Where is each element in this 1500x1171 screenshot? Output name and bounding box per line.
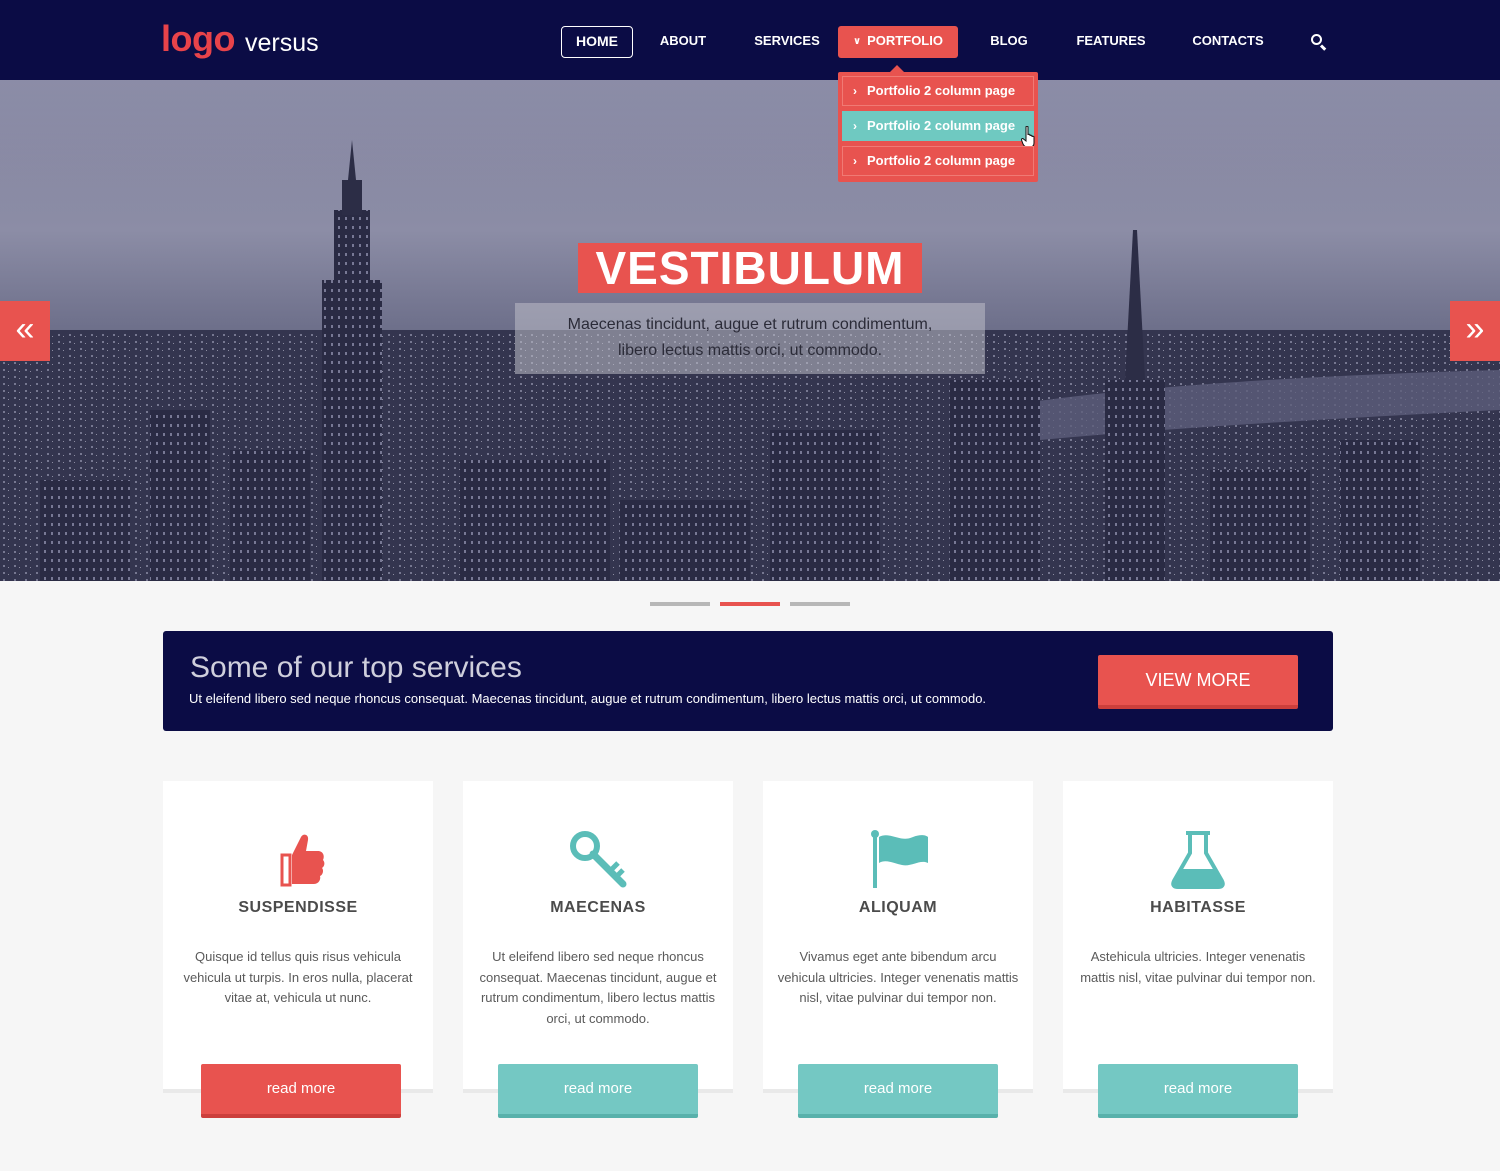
nav-portfolio[interactable]: ∨ PORTFOLIO — [838, 26, 958, 58]
hero-title: VESTIBULUM — [578, 243, 922, 293]
read-more-button[interactable]: read more — [1098, 1064, 1298, 1118]
thumbs-up-icon — [280, 834, 325, 887]
slider-indicators — [650, 602, 850, 606]
dropdown-item-label: Portfolio 2 column page — [867, 118, 1016, 133]
double-chevron-left-icon: « — [15, 310, 35, 348]
banner-title: Some of our top services — [190, 651, 522, 684]
read-more-button[interactable]: read more — [498, 1064, 698, 1118]
card-description: Ut eleifend libero sed neque rhoncus con… — [479, 949, 717, 1026]
chevron-right-icon: › — [853, 84, 857, 98]
slider-indicator-3[interactable] — [790, 602, 850, 606]
site-logo[interactable]: logo versus — [161, 18, 319, 60]
double-chevron-right-icon: » — [1465, 310, 1485, 348]
dropdown-item-portfolio-2[interactable]: › Portfolio 2 column page — [842, 111, 1035, 148]
slider-prev-button[interactable]: « — [0, 301, 50, 361]
service-card-maecenas: MAECENAS Ut eleifend libero sed neque rh… — [463, 781, 733, 1118]
banner-text: Ut eleifend libero sed neque rhoncus con… — [189, 691, 987, 706]
card-description: Vivamus eget ante bibendum arcu vehicula… — [777, 949, 1019, 1005]
chevron-right-icon: › — [853, 119, 857, 133]
slider-indicator-1[interactable] — [650, 602, 710, 606]
read-more-button[interactable]: read more — [798, 1064, 998, 1118]
hand-cursor-icon — [1021, 126, 1035, 148]
slider-next-button[interactable]: » — [1450, 301, 1500, 361]
hero-subtitle-line1: Maecenas tincidunt, augue et rutrum cond… — [567, 316, 933, 333]
card-description: Astehicula ultricies. Integer venenatis … — [1080, 949, 1316, 985]
flag-icon — [871, 830, 928, 888]
portfolio-dropdown: › Portfolio 2 column page › Portfolio 2 … — [838, 65, 1038, 182]
chevron-right-icon: › — [853, 154, 857, 168]
nav-features[interactable]: FEATURES — [1072, 26, 1150, 58]
card-title: ALIQUAM — [858, 899, 938, 916]
read-more-button[interactable]: read more — [201, 1064, 401, 1118]
service-card-habitasse: HABITASSE Astehicula ultricies. Integer … — [1063, 781, 1333, 1118]
hero-slider: VESTIBULUM Maecenas tincidunt, augue et … — [0, 80, 1500, 581]
logo-mark: logo — [161, 18, 235, 59]
card-title: MAECENAS — [550, 899, 646, 916]
site-header: logo versus HOME ABOUT SERVICES ∨ PORTFOL… — [0, 0, 1500, 80]
dropdown-item-portfolio-1[interactable]: › Portfolio 2 column page — [842, 76, 1034, 106]
nav-about[interactable]: ABOUT — [650, 26, 716, 58]
nav-blog[interactable]: BLOG — [984, 26, 1034, 58]
card-title: HABITASSE — [1150, 899, 1246, 916]
nav-home[interactable]: HOME — [561, 26, 633, 58]
service-card-suspendisse: SUSPENDISSE Quisque id tellus quis risus… — [163, 781, 433, 1118]
dropdown-item-portfolio-3[interactable]: › Portfolio 2 column page — [842, 146, 1034, 176]
service-card-aliquam: ALIQUAM Vivamus eget ante bibendum arcu … — [763, 781, 1033, 1118]
chevron-down-icon: ∨ — [853, 36, 862, 47]
card-title: SUSPENDISSE — [238, 899, 358, 916]
dropdown-item-label: Portfolio 2 column page — [867, 83, 1016, 98]
services-banner: Some of our top services Ut eleifend lib… — [163, 631, 1333, 731]
search-lens — [1311, 34, 1322, 45]
slider-indicator-2[interactable] — [720, 602, 780, 606]
flask-icon — [1171, 831, 1225, 889]
logo-text: versus — [244, 29, 319, 57]
search-handle — [1319, 44, 1327, 51]
hero-subtitle-line2: libero lectus mattis orci, ut commodo. — [617, 342, 883, 359]
view-more-button[interactable]: VIEW MORE — [1098, 655, 1298, 709]
nav-services[interactable]: SERVICES — [750, 26, 824, 58]
key-icon — [570, 831, 627, 888]
nav-portfolio-label: PORTFOLIO — [867, 33, 943, 48]
card-description: Quisque id tellus quis risus vehicula ve… — [183, 949, 413, 1005]
dropdown-item-label: Portfolio 2 column page — [867, 153, 1016, 168]
nav-contacts[interactable]: CONTACTS — [1186, 26, 1270, 58]
search-icon[interactable] — [1308, 31, 1330, 53]
hero-subtitle: Maecenas tincidunt, augue et rutrum cond… — [515, 303, 985, 374]
